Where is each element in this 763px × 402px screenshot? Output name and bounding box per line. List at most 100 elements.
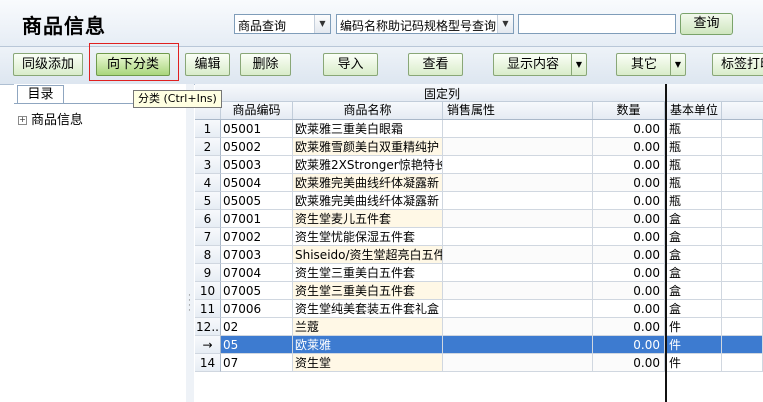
name-cell[interactable]: 欧莱雅2XStronger惊艳特长 [293,156,443,174]
name-cell[interactable]: 欧莱雅完美曲线纤体凝露新 [293,192,443,210]
code-cell[interactable]: 07002 [221,228,293,246]
name-cell[interactable]: Shiseido/资生堂超亮白五件 [293,246,443,264]
edit-button[interactable]: 编辑 [185,53,230,76]
sales-attr-cell[interactable] [443,174,593,192]
display-content-button[interactable]: 显示内容 ▼ [493,53,587,76]
qty-cell[interactable]: 0.00 [593,264,665,282]
unit-cell[interactable]: 瓶 [667,156,722,174]
name-cell[interactable]: 资生堂三重美白五件套 [293,282,443,300]
empty-cell[interactable] [722,246,763,264]
code-cell[interactable]: 05005 [221,192,293,210]
table-row[interactable]: 8 07003 Shiseido/资生堂超亮白五件 0.00 盒 [195,246,763,264]
column-header-unit[interactable]: 基本单位 [667,102,722,119]
empty-cell[interactable] [722,300,763,318]
unit-cell[interactable]: 瓶 [667,192,722,210]
row-number-cell[interactable]: 10 [195,282,221,300]
empty-cell[interactable] [722,336,763,354]
column-header-name[interactable]: 商品名称 [293,102,443,119]
unit-cell[interactable]: 盒 [667,210,722,228]
empty-cell[interactable] [722,210,763,228]
other-button[interactable]: 其它 ▼ [616,53,686,76]
code-cell[interactable]: 07003 [221,246,293,264]
unit-cell[interactable]: 盒 [667,246,722,264]
name-cell[interactable]: 资生堂三重美白五件套 [293,264,443,282]
empty-cell[interactable] [722,120,763,138]
sales-attr-cell[interactable] [443,228,593,246]
table-row[interactable]: 3 05003 欧莱雅2XStronger惊艳特长 0.00 瓶 [195,156,763,174]
column-header-qty[interactable]: 数量 [593,102,665,119]
code-cell[interactable]: 07 [221,354,293,372]
table-row[interactable]: 11 07006 资生堂纯美套装五件套礼盒 0.00 盒 [195,300,763,318]
unit-cell[interactable]: 件 [667,318,722,336]
unit-cell[interactable]: 瓶 [667,138,722,156]
row-number-cell[interactable]: 12.. [195,318,221,336]
empty-cell[interactable] [722,264,763,282]
row-number-cell[interactable]: 1 [195,120,221,138]
table-row[interactable]: 1 05001 欧莱雅三重美白眼霜 0.00 瓶 [195,120,763,138]
chevron-down-icon[interactable]: ▼ [314,15,330,33]
code-cell[interactable]: 07004 [221,264,293,282]
table-row[interactable]: 14 07 资生堂 0.00 件 [195,354,763,372]
qty-cell[interactable]: 0.00 [593,246,665,264]
name-cell[interactable]: 资生堂 [293,354,443,372]
row-number-cell[interactable]: 7 [195,228,221,246]
import-button[interactable]: 导入 [323,53,378,76]
unit-cell[interactable]: 瓶 [667,120,722,138]
delete-button[interactable]: 删除 [240,53,291,76]
sales-attr-cell[interactable] [443,120,593,138]
qty-cell[interactable]: 0.00 [593,300,665,318]
empty-cell[interactable] [722,282,763,300]
empty-cell[interactable] [722,228,763,246]
row-number-cell[interactable]: 5 [195,192,221,210]
row-number-cell[interactable]: 2 [195,138,221,156]
qty-cell[interactable]: 0.00 [593,282,665,300]
empty-cell[interactable] [722,174,763,192]
name-cell[interactable]: 欧莱雅雪颜美白双重精纯护 [293,138,443,156]
table-row[interactable]: 10 07005 资生堂三重美白五件套 0.00 盒 [195,282,763,300]
column-header-code[interactable]: 商品编码 [221,102,293,119]
view-button[interactable]: 查看 [408,53,463,76]
unit-cell[interactable]: 盒 [667,264,722,282]
code-cell[interactable]: 05 [221,336,293,354]
qty-cell[interactable]: 0.00 [593,174,665,192]
empty-cell[interactable] [722,156,763,174]
name-cell[interactable]: 资生堂麦儿五件套 [293,210,443,228]
query-type-select[interactable]: 商品查询 ▼ [234,14,331,34]
unit-cell[interactable]: 瓶 [667,174,722,192]
sales-attr-cell[interactable] [443,246,593,264]
table-row[interactable]: 12.. 02 兰蔻 0.00 件 [195,318,763,336]
table-row[interactable]: 6 07001 资生堂麦儿五件套 0.00 盒 [195,210,763,228]
code-cell[interactable]: 07001 [221,210,293,228]
chevron-down-icon[interactable]: ▼ [571,54,586,75]
table-row[interactable]: → 05 欧莱雅 0.00 件 [195,336,763,354]
code-cell[interactable]: 07005 [221,282,293,300]
table-row[interactable]: 4 05004 欧莱雅完美曲线纤体凝露新 0.00 瓶 [195,174,763,192]
empty-cell[interactable] [722,354,763,372]
name-cell[interactable]: 资生堂纯美套装五件套礼盒 [293,300,443,318]
plus-box-icon[interactable]: + [18,116,27,125]
label-print-button[interactable]: 标签打印 [712,53,763,76]
tree-item-product-info[interactable]: + 商品信息 [18,109,83,128]
unit-cell[interactable]: 件 [667,336,722,354]
qty-cell[interactable]: 0.00 [593,336,665,354]
table-row[interactable]: 5 05005 欧莱雅完美曲线纤体凝露新 0.00 瓶 [195,192,763,210]
sales-attr-cell[interactable] [443,282,593,300]
qty-cell[interactable]: 0.00 [593,156,665,174]
panel-splitter[interactable]: · · · · [186,84,194,402]
tab-catalog[interactable]: 目录 [17,85,64,104]
code-cell[interactable]: 05002 [221,138,293,156]
sales-attr-cell[interactable] [443,138,593,156]
row-number-cell[interactable]: 9 [195,264,221,282]
chevron-down-icon[interactable]: ▼ [497,15,513,33]
row-number-cell[interactable]: 11 [195,300,221,318]
row-number-cell[interactable]: 14 [195,354,221,372]
qty-cell[interactable]: 0.00 [593,120,665,138]
qty-cell[interactable]: 0.00 [593,318,665,336]
row-number-cell[interactable]: 6 [195,210,221,228]
name-cell[interactable]: 欧莱雅 [293,336,443,354]
table-row[interactable]: 2 05002 欧莱雅雪颜美白双重精纯护 0.00 瓶 [195,138,763,156]
name-cell[interactable]: 欧莱雅完美曲线纤体凝露新 [293,174,443,192]
search-input[interactable] [518,14,676,34]
name-cell[interactable]: 欧莱雅三重美白眼霜 [293,120,443,138]
code-cell[interactable]: 02 [221,318,293,336]
